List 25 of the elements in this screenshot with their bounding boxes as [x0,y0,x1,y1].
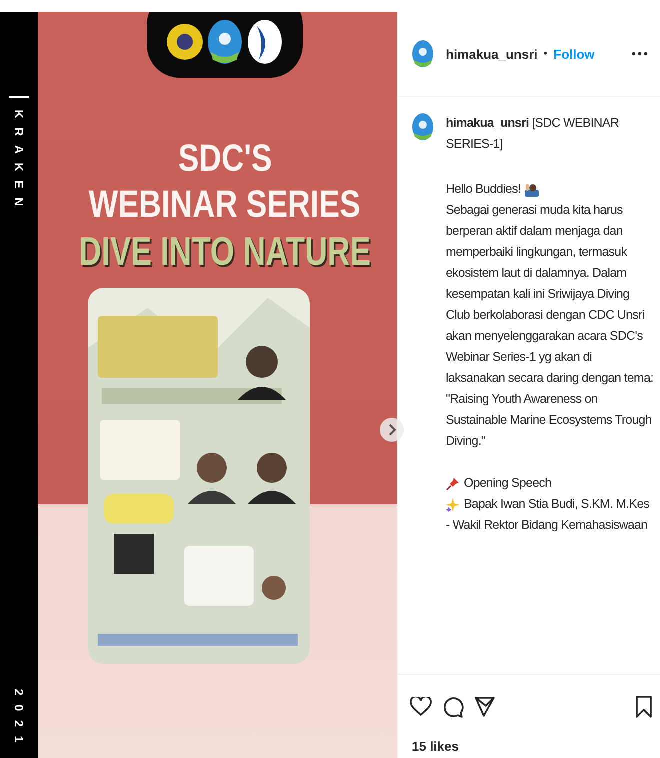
headline-text: WEBINAR SERIES [89,183,361,228]
sparkle-icon [446,498,460,512]
side-text: 2021 [12,689,26,752]
pushpin-icon [446,476,460,490]
avatar-icon[interactable] [412,113,434,141]
caption-line: - Wakil Rektor Bidang Kemahasiswaan [446,517,648,534]
username[interactable]: himakua_unsri [446,46,538,62]
bookmark-button[interactable] [636,696,652,718]
caption-line: Bapak Iwan Stia Budi, S.KM. M.Kes [464,496,650,513]
comment-button[interactable] [442,696,464,718]
share-button[interactable] [474,696,496,718]
subtitle-text: DIVE INTO NATURE [79,229,371,276]
avatar-icon[interactable] [412,40,434,68]
caption-line: Opening Speech [464,475,552,492]
next-button[interactable] [380,418,404,442]
like-button[interactable] [410,697,432,717]
separator-dot: • [544,48,548,60]
side-text: KRAKEN [12,110,26,216]
caption-text: Sebagai generasi muda kita harus berperan aktif dalam menjaga dan memperbaiki lingkungan, termasuk ekosistem laut di dalamnya. Dalam kesempatan kali ini Sriwijaya Diving Club berkolaborasi dengan CDC Unsri akan menyelenggarakan acara SDC's Webinar Series-1 yg akan di laksanakan secara daring dengan tema: "Raising Youth Awareness on Sustainable Marine Ecosystems Trough Diving." [446,202,654,450]
more-icon[interactable] [632,52,648,56]
waving-person-icon [525,182,540,196]
likes-count[interactable]: 15 likes [398,739,660,758]
greeting-text: Hello Buddies! [446,181,522,198]
headline-text: SDC'S [178,137,272,182]
caption-heading: himakua_unsri [SDC WEBINAR SERIES-1] [446,115,620,153]
